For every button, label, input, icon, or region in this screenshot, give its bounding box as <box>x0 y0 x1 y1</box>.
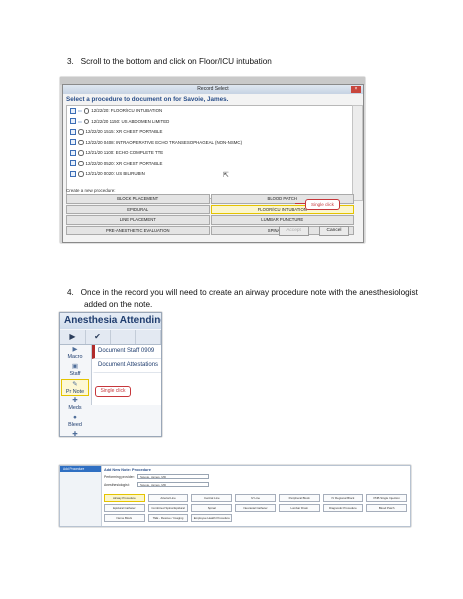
note-procedure-grid: Airway Procedure Arterial Line Central L… <box>104 494 407 522</box>
note-procedure-button[interactable]: Blood Patch <box>366 504 407 512</box>
anesthesiologist-label: Anesthesiologist: <box>104 483 130 487</box>
record-select-screenshot: Record Select × Select a procedure to do… <box>60 77 365 243</box>
record-row[interactable]: ▭ 12/22/20: FLOOR/ICU INTUBATION <box>67 106 352 117</box>
record-row[interactable]: 12/22/20 0520: XR CHEST PORTABLE <box>67 159 352 170</box>
anesthesiologist-select[interactable]: Savoie, James, MD <box>137 482 209 487</box>
note-procedure-button[interactable]: Arterial Line <box>147 494 189 502</box>
performing-provider-label: Performing provider: <box>104 475 135 479</box>
accept-button[interactable]: Accept <box>278 226 309 236</box>
toolbar-cell[interactable] <box>135 330 161 344</box>
record-row[interactable]: 12/22/20 1515: XR CHEST PORTABLE <box>67 127 352 138</box>
note-procedure-button[interactable]: IV Regional Block <box>322 494 364 502</box>
performing-provider-select[interactable]: Savoie, James, MD <box>137 474 209 479</box>
step-text: Scroll to the bottom and click on Floor/… <box>80 57 272 66</box>
add-button[interactable]: ✚ <box>61 430 89 437</box>
panel-title: Anesthesia Attending <box>60 313 161 329</box>
document-attestations-item[interactable]: Document Attestations <box>92 359 161 373</box>
radio-icon[interactable] <box>78 139 84 146</box>
dialog-heading: Select a procedure to document on for Sa… <box>66 96 229 103</box>
note-title: Add New Note: Procedure <box>104 468 151 472</box>
checkbox-icon[interactable] <box>70 160 76 167</box>
callout-arrow <box>295 203 305 204</box>
radio-icon[interactable] <box>78 160 84 167</box>
note-procedure-button[interactable]: TEE - Rescue / Imaging <box>147 514 189 522</box>
radio-icon[interactable] <box>78 129 84 135</box>
procedure-button[interactable]: BLOCK PLACEMENT <box>66 194 210 204</box>
note-procedure-button[interactable]: IV Line <box>235 494 276 502</box>
dialog-title-bar: Record Select × <box>63 85 363 94</box>
checkbox-icon[interactable] <box>70 107 76 114</box>
radio-icon[interactable] <box>83 118 90 125</box>
staff-button[interactable]: ▣ Staff <box>61 362 89 379</box>
procedure-note-button[interactable]: ✎ Pr Note <box>61 379 89 396</box>
note-procedure-button[interactable]: Peripheral Block <box>278 494 320 502</box>
close-icon[interactable]: × <box>351 86 361 93</box>
note-procedure-button[interactable]: Central Line <box>191 494 233 502</box>
note-procedure-button[interactable]: Neuraxial Catheter <box>235 504 276 512</box>
create-procedure-label: Create a new procedure: <box>66 188 116 193</box>
meds-icon: ✚ <box>72 397 78 404</box>
macro-button[interactable]: ▶ Macro <box>61 345 89 362</box>
record-row[interactable]: 12/22/20 0408: INTRAOPERATIVE ECHO TRANS… <box>67 138 352 149</box>
procedure-button[interactable]: PRE-ANESTHETIC EVALUATION <box>66 225 210 235</box>
step-3-instruction: 3. Scroll to the bottom and click on Flo… <box>67 56 272 68</box>
radio-icon[interactable] <box>78 171 84 177</box>
record-row[interactable]: ▭ 12/22/20 1150: US ABDOMEN LIMITED <box>67 117 352 128</box>
document-staff-item[interactable]: Document Staff 0909 <box>92 345 161 359</box>
nav-selected-item[interactable]: Add Procedure <box>60 466 101 472</box>
record-row[interactable]: 12/21/20 1100: ECHO COMPLETE TTE <box>67 148 352 159</box>
bleed-button[interactable]: ● Bleed <box>61 413 89 430</box>
procedure-note-icon: ✎ <box>72 381 78 388</box>
play-icon[interactable]: ▶ <box>60 330 86 344</box>
left-navigation: Add Procedure <box>60 466 102 526</box>
note-icon: ▭ <box>78 108 82 113</box>
plus-icon: ✚ <box>72 431 78 437</box>
cancel-button[interactable]: Cancel <box>319 226 349 236</box>
note-procedure-button[interactable]: Nerve Block <box>104 514 145 522</box>
side-toolbar: ▶ Macro ▣ Staff ✎ Pr Note ✚ Meds ● Bleed ✚ <box>61 345 89 436</box>
staff-icon: ▣ <box>71 363 79 370</box>
note-procedure-button[interactable]: Diagnostic Procedure <box>322 504 364 512</box>
checkbox-icon[interactable] <box>70 128 76 135</box>
checkbox-icon[interactable] <box>70 149 76 156</box>
procedure-button[interactable]: EPIDURAL <box>66 204 210 214</box>
mouse-cursor-icon: ⇱ <box>223 172 229 179</box>
dialog-button-row: Accept Cancel <box>273 218 349 236</box>
step-4-instruction-continued: added on the note. <box>84 300 153 309</box>
step-text-line-1: Once in the record you will need to crea… <box>80 288 418 297</box>
record-list-scrollbar[interactable] <box>352 105 363 201</box>
step-4-instruction: 4. Once in the record you will need to c… <box>67 287 418 299</box>
record-list: ▭ 12/22/20: FLOOR/ICU INTUBATION ▭ 12/22/2… <box>66 105 363 201</box>
note-procedure-button[interactable]: Epidural Catheter <box>104 504 145 512</box>
single-click-callout: Single click <box>305 199 340 210</box>
airway-procedure-button[interactable]: Airway Procedure <box>104 494 145 502</box>
note-icon: ▭ <box>78 118 82 124</box>
anesthesia-attending-screenshot: Anesthesia Attending ▶ ✔ ▶ Macro ▣ Staff ✎… <box>59 312 162 437</box>
checkbox-icon[interactable] <box>70 118 76 125</box>
bleed-icon: ● <box>73 414 77 421</box>
note-procedure-button[interactable]: Spinal <box>191 504 233 512</box>
record-select-dialog: Record Select × Select a procedure to do… <box>62 84 364 243</box>
add-new-note-screenshot: Add Procedure Add New Note: Procedure Pe… <box>59 465 411 527</box>
toolbar-cell[interactable] <box>110 330 136 344</box>
note-procedure-button[interactable]: PNB Single Injection <box>366 494 407 502</box>
dialog-title: Record Select <box>197 86 229 92</box>
macro-icon: ▶ <box>72 346 78 353</box>
radio-icon[interactable] <box>78 150 84 156</box>
record-row[interactable]: 12/21/20 0020: US BILIRUBIN <box>67 169 352 180</box>
radio-icon[interactable] <box>83 108 90 114</box>
step-number: 3. <box>67 57 74 66</box>
step-number: 4. <box>67 288 74 297</box>
meds-button[interactable]: ✚ Meds <box>61 396 89 413</box>
panel-toolbar: ▶ ✔ <box>60 330 161 345</box>
check-icon[interactable]: ✔ <box>85 330 111 344</box>
note-procedure-button[interactable]: Employee Health Procedure <box>191 514 233 522</box>
checkbox-icon[interactable] <box>70 170 76 177</box>
note-procedure-button[interactable]: Combined Spinal Epidural <box>147 504 189 512</box>
single-click-callout: Single click <box>95 386 131 397</box>
procedure-button[interactable]: LINE PLACEMENT <box>66 215 210 225</box>
note-procedure-button[interactable]: Lumbar Drain <box>278 504 320 512</box>
checkbox-icon[interactable] <box>70 139 76 146</box>
